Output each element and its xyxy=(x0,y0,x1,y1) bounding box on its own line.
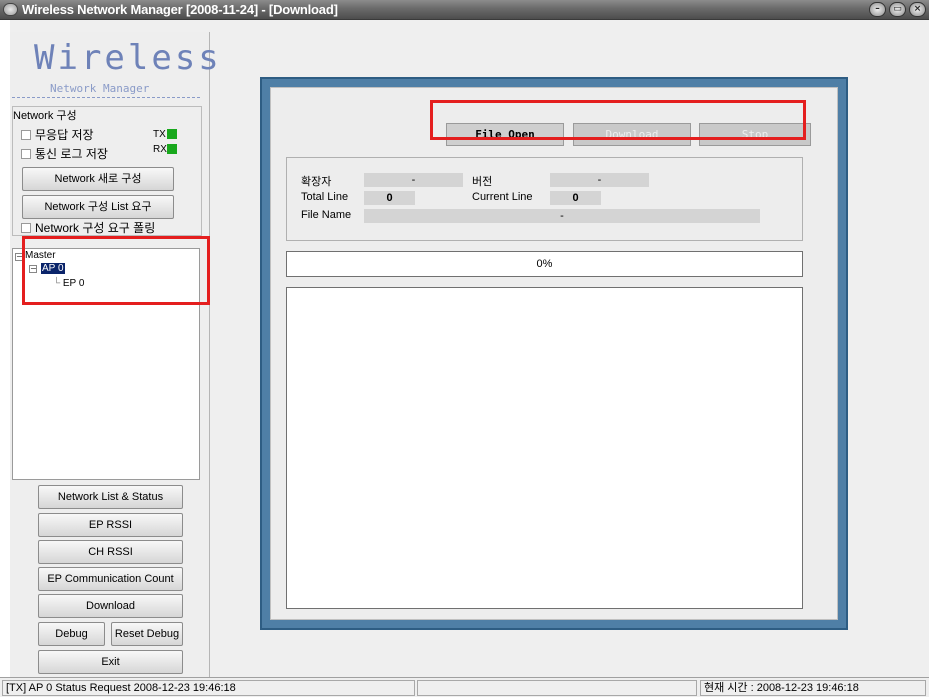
ep-rssi-button[interactable]: EP RSSI xyxy=(38,513,183,537)
file-name-label: File Name xyxy=(301,209,352,221)
network-config-group: Network 구성 무응답 저장 TX 통신 로그 저장 RX Network… xyxy=(12,106,202,236)
reset-debug-button[interactable]: Reset Debug xyxy=(111,622,183,646)
polling-checkbox[interactable] xyxy=(21,223,31,233)
logo-divider xyxy=(12,97,200,98)
left-panel: Wireless Network Manager Network 구성 무응답 … xyxy=(10,32,219,677)
app-icon[interactable] xyxy=(3,3,18,16)
comm-log-save-label: 통신 로그 저장 xyxy=(35,147,108,161)
download-panel: File Open Download Stop 확장자 - 버전 - Total… xyxy=(270,87,838,620)
current-line-label: Current Line xyxy=(472,191,533,203)
polling-label: Network 구성 요구 폴링 xyxy=(35,221,156,235)
file-info-group: 확장자 - 버전 - Total Line 0 Current Line 0 F… xyxy=(286,157,803,241)
download-progress-bar: 0% xyxy=(286,251,803,277)
file-buttons-highlight-box xyxy=(430,100,806,140)
tx-indicator-icon xyxy=(167,129,177,139)
status-clock: 현재 시간 : 2008-12-23 19:46:18 xyxy=(700,680,926,696)
logo: Wireless Network Manager xyxy=(10,32,219,110)
logo-sub-text: Network Manager xyxy=(50,82,150,95)
network-list-status-button[interactable]: Network List & Status xyxy=(38,485,183,509)
network-config-list-button[interactable]: Network 구성 List 요구 xyxy=(22,195,174,219)
close-icon[interactable]: × xyxy=(909,2,926,17)
exit-button[interactable]: Exit xyxy=(38,650,183,674)
extension-value: - xyxy=(364,173,463,187)
download-nav-button[interactable]: Download xyxy=(38,594,183,618)
title-bar[interactable]: Wireless Network Manager [2008-11-24] - … xyxy=(0,0,929,20)
status-bar: [TX] AP 0 Status Request 2008-12-23 19:4… xyxy=(0,677,929,697)
logo-main-text: Wireless xyxy=(34,38,222,78)
total-line-value: 0 xyxy=(364,191,415,205)
version-value: - xyxy=(550,173,649,187)
group-label: Network 구성 xyxy=(13,110,77,122)
rx-indicator-icon xyxy=(167,144,177,154)
download-log-area[interactable] xyxy=(286,287,803,609)
main-window: Wireless Network Manager Network 구성 무응답 … xyxy=(10,20,929,677)
comm-log-save-checkbox[interactable] xyxy=(21,149,31,159)
ch-rssi-button[interactable]: CH RSSI xyxy=(38,540,183,564)
tree-highlight-box xyxy=(22,236,210,305)
maximize-icon[interactable]: ▭ xyxy=(889,2,906,17)
current-line-value: 0 xyxy=(550,191,601,205)
version-label: 버전 xyxy=(472,176,493,188)
download-frame: File Open Download Stop 확장자 - 버전 - Total… xyxy=(260,77,848,630)
status-message: [TX] AP 0 Status Request 2008-12-23 19:4… xyxy=(2,680,415,696)
total-line-label: Total Line xyxy=(301,191,349,203)
tx-label: TX xyxy=(153,129,166,140)
rx-label: RX xyxy=(153,144,167,155)
file-name-value: - xyxy=(364,209,760,223)
ep-comm-count-button[interactable]: EP Communication Count xyxy=(38,567,183,591)
status-middle-pane xyxy=(417,680,697,696)
window-title: Wireless Network Manager [2008-11-24] - … xyxy=(22,2,338,17)
extension-label: 확장자 xyxy=(301,176,332,188)
debug-button[interactable]: Debug xyxy=(38,622,105,646)
no-response-save-label: 무응답 저장 xyxy=(35,128,94,142)
minimize-icon[interactable]: – xyxy=(869,2,886,17)
network-new-config-button[interactable]: Network 새로 구성 xyxy=(22,167,174,191)
no-response-save-checkbox[interactable] xyxy=(21,130,31,140)
